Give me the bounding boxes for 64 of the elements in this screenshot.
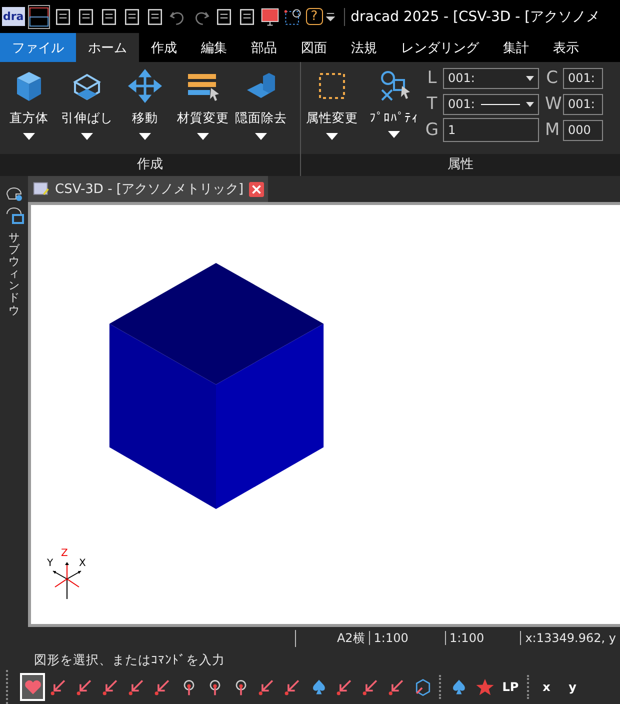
menu-tab[interactable]: 法規 [339, 33, 389, 62]
attribute-field[interactable]: 001: [563, 94, 603, 114]
attribute-field[interactable]: 000 [563, 120, 603, 140]
mode-toggle-icon[interactable] [28, 4, 50, 28]
menu-tab[interactable]: 集計 [491, 33, 541, 62]
status-cell: x:13349.962, y [520, 631, 620, 645]
menu-tab[interactable]: 表示 [541, 33, 591, 62]
caret-icon [23, 133, 35, 140]
menu-tab[interactable]: ファイル [0, 33, 76, 62]
axis-label: X [79, 559, 86, 569]
status-cell: 1:100 [444, 631, 520, 645]
menu-tab[interactable]: ホーム [76, 33, 139, 62]
ribbon-tool-button[interactable]: 引伸ばし [58, 62, 116, 154]
field-letter: T [426, 94, 438, 114]
window-title: dracad 2025 - [CSV-3D - [アクソノメ [344, 8, 600, 26]
axis-label: Y [47, 559, 54, 569]
app-logo: dra [2, 7, 25, 26]
attribute-field[interactable]: 1 [443, 118, 539, 142]
help-button[interactable]: ? [306, 8, 323, 25]
close-icon[interactable] [248, 182, 264, 196]
caret-icon [81, 133, 93, 140]
menu-tab[interactable]: 編集 [189, 33, 239, 62]
attribute-field[interactable]: 001: [443, 68, 539, 88]
menu-tab[interactable]: 図面 [289, 33, 339, 62]
field-letter: L [426, 68, 438, 88]
ribbon-group-label: 作成 [0, 154, 300, 176]
snap-button[interactable]: x [534, 673, 559, 701]
attribute-field[interactable]: 001: [563, 68, 603, 88]
dropdown-icon [526, 76, 534, 80]
star-icon [474, 677, 494, 697]
ribbon-tool-button[interactable]: 移動 [116, 62, 174, 154]
menu-tab[interactable]: レンダリング [389, 33, 491, 62]
field-letter: W [545, 94, 559, 114]
status-cell: A2横 [295, 630, 369, 646]
monitor-icon[interactable] [260, 6, 280, 28]
caret-icon [326, 133, 338, 140]
ribbon-tool-button[interactable]: 隠面除去 [232, 62, 290, 154]
caret-icon [388, 131, 400, 138]
field-letter: M [545, 120, 559, 140]
caret-icon [139, 133, 151, 140]
document-icon [32, 180, 50, 198]
document-tab[interactable]: CSV-3D - [アクソノメトリック] [28, 176, 268, 202]
snap-button[interactable]: y [560, 673, 585, 701]
ribbon-tool-button[interactable]: 直方体 [0, 62, 58, 154]
axis-label: Z [61, 549, 68, 559]
subwindow-label[interactable]: サブウィンドウ [8, 232, 20, 317]
attribute-field[interactable]: 001: [443, 94, 539, 114]
drawing-canvas[interactable]: Y Z X [28, 202, 620, 627]
dropdown-icon [526, 102, 534, 106]
snap-button[interactable]: LP [498, 673, 523, 701]
ribbon-tool-button[interactable]: 材質変更 [174, 62, 232, 154]
status-cell: 1:100 [368, 631, 444, 645]
command-prompt: 図形を選択、またはｺﾏﾝﾄﾞを入力 [33, 651, 226, 669]
ribbon-group-label: 属性 [301, 154, 620, 176]
move-icon [127, 68, 163, 104]
menu-tab[interactable]: 部品 [239, 33, 289, 62]
field-letter: C [545, 68, 559, 88]
ribbon-tool-button[interactable]: 属性変更 [301, 62, 363, 154]
snap-heart-button[interactable] [20, 673, 45, 701]
caret-icon [197, 133, 209, 140]
caret-icon [255, 133, 267, 140]
ribbon-tool-button[interactable]: ﾌﾟﾛﾊﾟﾃｨ [363, 62, 425, 154]
field-letter: G [425, 120, 439, 140]
menu-tab[interactable]: 作成 [139, 33, 189, 62]
